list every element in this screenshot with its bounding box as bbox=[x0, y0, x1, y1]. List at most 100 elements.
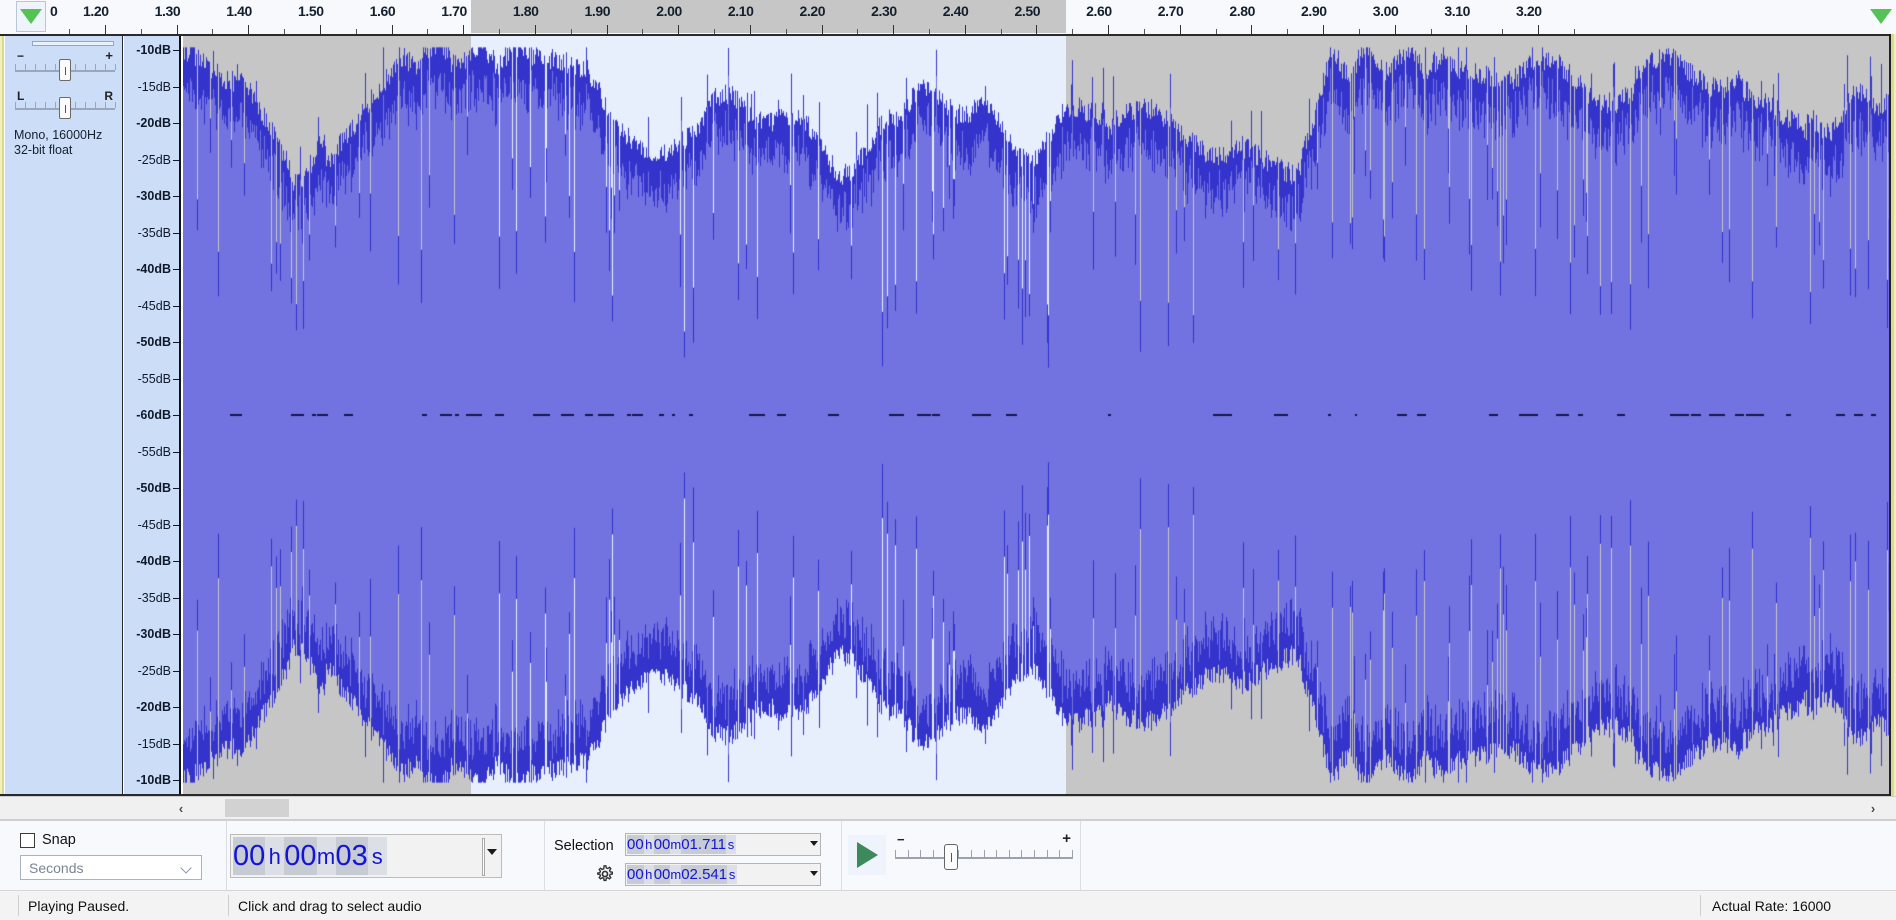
play-pinned-triangle-icon bbox=[20, 9, 42, 24]
sel-start-chevron-icon[interactable] bbox=[810, 841, 818, 846]
track-focus-border-right bbox=[1891, 34, 1896, 796]
play-pinned-triangle-icon bbox=[1870, 9, 1892, 24]
ruler-label: 3.00 bbox=[1372, 3, 1399, 19]
vertical-db-ruler[interactable]: -10dB -15dB -20dB -25dB -30dB -35dB -40dB -45dB… bbox=[124, 36, 181, 794]
db-ruler-label: -50dB bbox=[136, 481, 171, 495]
sel-start-hours[interactable]: 00 bbox=[627, 835, 644, 854]
snap-checkbox[interactable] bbox=[20, 833, 35, 848]
sel-end-hours[interactable]: 00 bbox=[627, 865, 644, 884]
bottom-toolbar-dock: Snap Seconds 00 h 00 m 03 s Selection 00… bbox=[0, 820, 1896, 891]
db-ruler-tick bbox=[173, 780, 179, 781]
track-control-panel[interactable]: − + L R Mono, 16000Hz 32-bit float bbox=[5, 36, 123, 794]
ruler-label: 2.70 bbox=[1157, 3, 1184, 19]
sel-end-hours-unit: h bbox=[643, 865, 654, 884]
pan-slider[interactable]: L R bbox=[15, 89, 116, 124]
db-ruler-tick bbox=[173, 488, 179, 489]
time-minutes[interactable]: 00 bbox=[284, 837, 317, 875]
pinned-play-head-button-right[interactable] bbox=[1868, 1, 1894, 32]
db-ruler-tick bbox=[173, 561, 179, 562]
sel-end-minutes-unit: m bbox=[670, 865, 682, 884]
db-ruler-label: -10dB bbox=[136, 773, 171, 787]
selection-end-field[interactable]: 00 h 00 m 02.541 s bbox=[625, 863, 821, 886]
toolbar-grip-time[interactable] bbox=[215, 827, 224, 883]
scroll-left-arrow-icon[interactable]: ‹ bbox=[168, 797, 194, 819]
ruler-label: 2.50 bbox=[1014, 3, 1041, 19]
ruler-label: 2.00 bbox=[656, 3, 682, 19]
sel-start-minutes[interactable]: 00 bbox=[653, 835, 671, 854]
audio-position-display[interactable]: 00 h 00 m 03 s bbox=[230, 834, 502, 878]
db-ruler-tick bbox=[173, 305, 179, 307]
time-format-chevron-icon[interactable] bbox=[487, 849, 497, 855]
snap-units-dropdown[interactable]: Seconds bbox=[20, 855, 202, 880]
audacity-window: 0 1.20 1.30 1.40 1.50 1.60 1.70 1.80 1.90 2.00 2.1… bbox=[0, 0, 1896, 920]
time-seconds[interactable]: 03 bbox=[335, 837, 368, 875]
ruler-tick-major bbox=[678, 25, 680, 34]
db-ruler-label: -50dB bbox=[136, 335, 171, 349]
ruler-tick-major bbox=[1251, 25, 1253, 34]
ruler-tick-major bbox=[1538, 25, 1539, 34]
toolbar-grip-selection[interactable] bbox=[533, 827, 542, 883]
speed-slider-thumb[interactable] bbox=[944, 844, 958, 870]
pan-slider-thumb[interactable] bbox=[59, 97, 71, 119]
db-ruler-label: -45dB bbox=[137, 298, 171, 313]
db-ruler-label: -45dB bbox=[137, 517, 171, 532]
playback-speed-slider[interactable]: − + bbox=[895, 830, 1073, 873]
speed-max-label: + bbox=[1062, 830, 1071, 847]
snap-label: Snap bbox=[42, 832, 76, 848]
db-ruler-tick bbox=[173, 707, 179, 708]
ruler-tick-major bbox=[964, 25, 966, 34]
ruler-tick-major bbox=[463, 25, 465, 34]
sel-end-minutes[interactable]: 00 bbox=[653, 865, 671, 884]
toolbar-grip-snap[interactable] bbox=[4, 827, 13, 883]
db-ruler-label: -10dB bbox=[136, 43, 171, 57]
ruler-tick-major bbox=[319, 25, 321, 34]
toolbar-grip-play[interactable] bbox=[830, 827, 839, 883]
ruler-label: 1.50 bbox=[297, 3, 324, 19]
sel-start-seconds[interactable]: 01.711 bbox=[681, 835, 726, 854]
ruler-tick-major bbox=[105, 25, 106, 34]
sel-end-chevron-icon[interactable] bbox=[810, 871, 818, 876]
db-ruler-tick bbox=[173, 634, 179, 635]
selection-settings-gear-icon[interactable] bbox=[595, 864, 615, 884]
toolbar-divider-2 bbox=[544, 821, 545, 891]
track-resize-handle[interactable] bbox=[32, 41, 114, 46]
play-button[interactable] bbox=[848, 835, 886, 875]
time-hours[interactable]: 00 bbox=[233, 837, 266, 875]
time-display-cursor bbox=[482, 838, 485, 876]
scrollbar-thumb[interactable] bbox=[225, 799, 289, 817]
ruler-label: 2.80 bbox=[1229, 3, 1256, 19]
db-ruler-tick bbox=[173, 50, 179, 51]
status-playback-state: Playing Paused. bbox=[28, 897, 130, 914]
db-ruler-tick bbox=[173, 743, 179, 745]
speed-min-label: − bbox=[897, 832, 905, 847]
track-focus-border-left bbox=[0, 34, 4, 796]
chevron-down-icon bbox=[182, 864, 193, 871]
ruler-tick-major bbox=[1394, 25, 1396, 34]
ruler-label: 2.60 bbox=[1086, 3, 1112, 19]
toolbar-divider-3 bbox=[841, 821, 842, 891]
timeline-ruler[interactable]: 0 1.20 1.30 1.40 1.50 1.60 1.70 1.80 1.90 2.00 2.1… bbox=[0, 0, 1896, 35]
waveform-canvas[interactable] bbox=[183, 36, 1896, 794]
sel-end-seconds[interactable]: 02.541 bbox=[681, 865, 728, 884]
db-ruler-label: -15dB bbox=[137, 79, 171, 94]
pinned-play-head-button-left[interactable] bbox=[16, 1, 46, 32]
ruler-label: 2.20 bbox=[799, 3, 826, 19]
toolbar-divider-1 bbox=[226, 821, 227, 891]
snap-units-value: Seconds bbox=[29, 860, 84, 876]
status-bar: Playing Paused. Click and drag to select… bbox=[0, 890, 1896, 920]
horizontal-scrollbar[interactable]: ‹ › bbox=[0, 796, 1896, 820]
gain-slider-thumb[interactable] bbox=[59, 59, 71, 81]
status-actual-rate: Actual Rate: 16000 bbox=[1712, 897, 1832, 914]
selection-start-field[interactable]: 00 h 00 m 01.711 s bbox=[625, 833, 821, 856]
gain-slider[interactable]: − + bbox=[15, 49, 116, 86]
ruler-label: 2.10 bbox=[727, 3, 754, 19]
scroll-right-arrow-icon[interactable]: › bbox=[1860, 797, 1886, 819]
ruler-label: 1.80 bbox=[512, 3, 539, 19]
waveform-display[interactable] bbox=[183, 36, 1896, 794]
ruler-label: 2.40 bbox=[942, 3, 969, 19]
db-ruler-tick bbox=[173, 670, 179, 672]
ruler-tick-major bbox=[391, 25, 393, 34]
track-channels-rate: Mono, 16000Hz bbox=[14, 128, 103, 142]
db-ruler-label: -40dB bbox=[136, 554, 171, 568]
db-ruler-label: -55dB bbox=[137, 444, 171, 459]
